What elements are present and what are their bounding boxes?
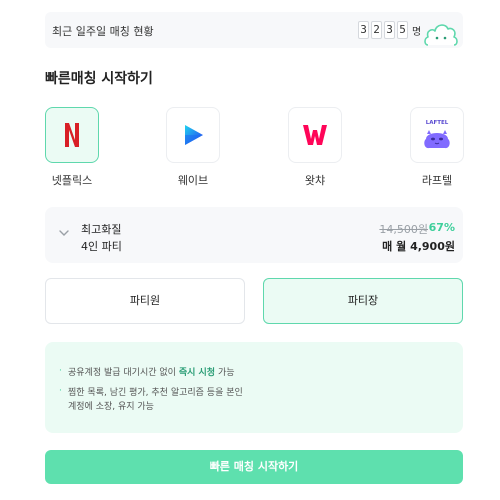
service-laftel[interactable]: LAFTEL 라프텔 — [410, 107, 464, 188]
info-text: 찜한 목록, 남긴 평가, 추천 알고리즘 등을 본인 — [68, 388, 243, 398]
original-price: 14,500원 — [379, 223, 428, 236]
info-text: 가능 — [215, 368, 235, 378]
plan-selector[interactable]: 최고화질 4인 파티 14,500원 67% 매 월 4,900원 — [45, 207, 463, 263]
info-text: 공유계정 발급 대기시간 없이 — [68, 368, 179, 378]
info-line-account: 찜한 목록, 남긴 평가, 추천 알고리즘 등을 본인 계정에 소장, 유지 가… — [68, 386, 243, 414]
service-wavve[interactable]: 웨이브 — [166, 107, 220, 188]
section-title: 빠른매칭 시작하기 — [45, 71, 153, 87]
info-highlight: 즉시 시청 — [178, 368, 216, 378]
counter-digit: 2 — [371, 21, 382, 39]
service-name: 왓챠 — [304, 174, 326, 187]
info-box: · 공유계정 발급 대기시간 없이 즉시 시청 가능 · 찜한 목록, 남긴 평… — [45, 342, 463, 433]
service-netflix[interactable]: 넷플릭스 — [45, 107, 99, 188]
chevron-down-icon[interactable] — [59, 229, 69, 237]
service-watcha[interactable]: 왓챠 — [288, 107, 342, 188]
info-text: 계정에 소장, 유지 가능 — [68, 402, 154, 412]
info-bullet: · — [59, 366, 62, 376]
weekly-matching-status: 최근 일주일 매칭 현황 3 2 3 5 명 — [45, 12, 463, 48]
wavve-logo-icon — [185, 125, 203, 145]
service-laftel-logo-box: LAFTEL — [410, 107, 464, 163]
service-netflix-logo-box — [45, 107, 99, 163]
counter-digit: 3 — [358, 21, 369, 39]
role-leader-button[interactable]: 파티장 — [263, 278, 463, 324]
laftel-logo-text: LAFTEL — [426, 120, 449, 126]
weekly-matching-label: 최근 일주일 매칭 현황 — [52, 25, 154, 38]
counter-digit: 5 — [397, 21, 408, 39]
discount-rate: 67% — [428, 221, 455, 234]
cloud-mascot-icon — [424, 24, 458, 46]
info-bullet: · — [59, 386, 62, 396]
service-name: 넷플릭스 — [51, 174, 93, 187]
service-watcha-logo-box — [288, 107, 342, 163]
service-name: 라프텔 — [421, 174, 453, 187]
plan-quality: 최고화질 — [81, 223, 122, 236]
watcha-logo-icon — [303, 125, 327, 145]
start-quick-matching-button[interactable]: 빠른 매칭 시작하기 — [45, 450, 463, 484]
service-name: 웨이브 — [177, 174, 209, 187]
role-member-button[interactable]: 파티원 — [45, 278, 245, 324]
plan-party-size: 4인 파티 — [81, 240, 122, 253]
laftel-logo-icon: LAFTEL — [424, 120, 450, 149]
counter-unit: 명 — [412, 26, 422, 38]
monthly-price: 매 월 4,900원 — [382, 240, 455, 253]
matching-counter: 3 2 3 5 명 — [358, 21, 421, 39]
service-wavve-logo-box — [166, 107, 220, 163]
info-line-instant: 공유계정 발급 대기시간 없이 즉시 시청 가능 — [68, 366, 235, 380]
netflix-logo-icon — [65, 123, 79, 147]
counter-digit: 3 — [384, 21, 395, 39]
